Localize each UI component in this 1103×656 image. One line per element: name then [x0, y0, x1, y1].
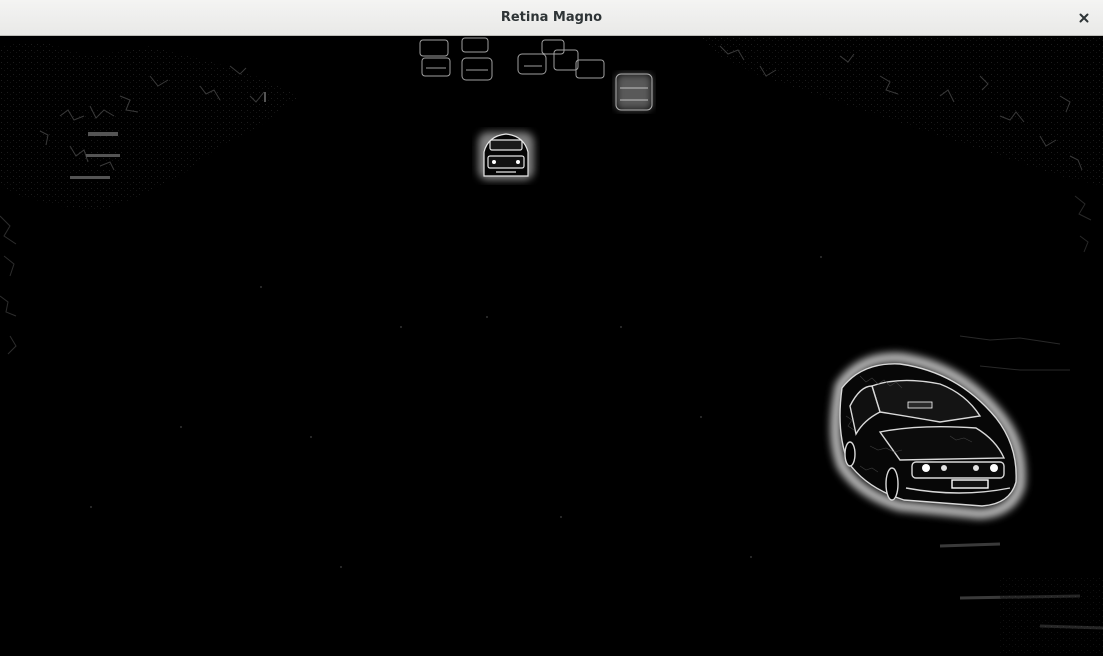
distant-traffic-glow	[616, 74, 652, 110]
app-window: Retina Magno	[0, 0, 1103, 656]
mid-car	[483, 133, 529, 177]
window-title: Retina Magno	[500, 10, 603, 25]
retina-magno-output-image	[0, 36, 1103, 656]
window-titlebar[interactable]: Retina Magno	[0, 0, 1103, 36]
close-button[interactable]	[1073, 7, 1095, 29]
lane-marking-right-bottom	[1000, 576, 1103, 656]
close-icon	[1079, 13, 1089, 23]
